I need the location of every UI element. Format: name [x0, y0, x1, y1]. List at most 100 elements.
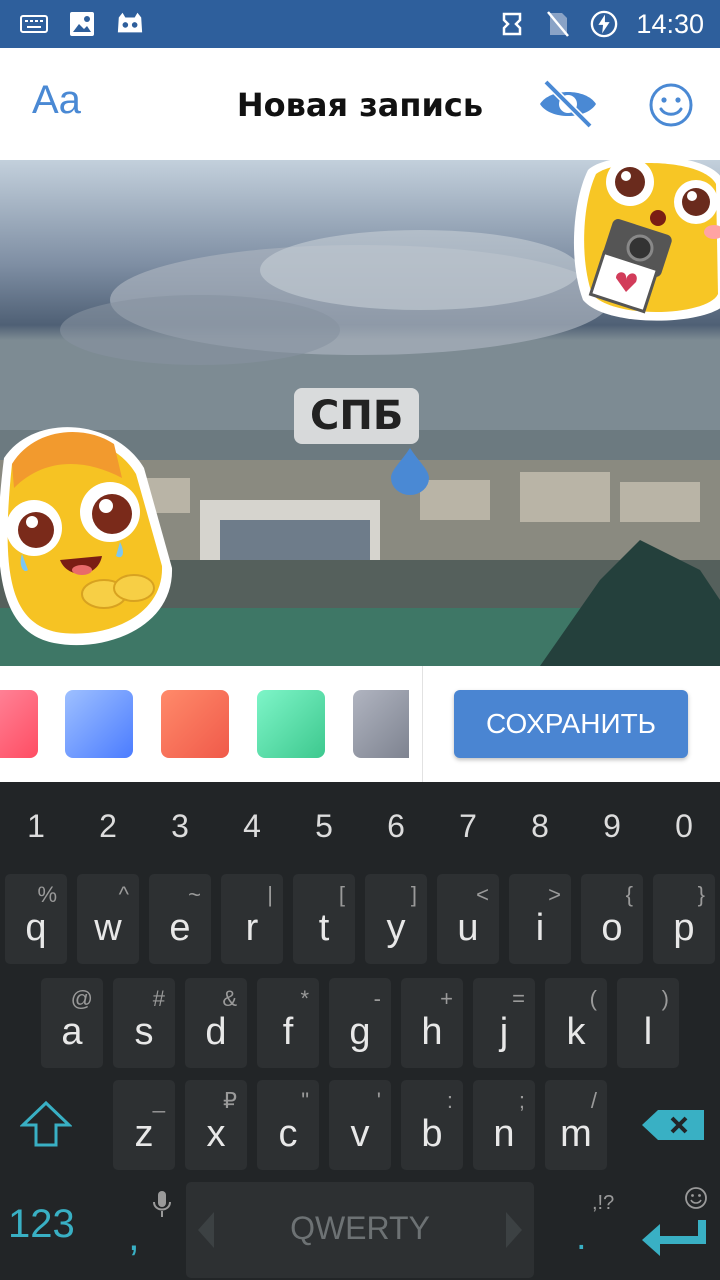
key-i[interactable]: > i	[509, 874, 571, 964]
shift-icon[interactable]	[19, 1100, 73, 1152]
key-s[interactable]: # s	[113, 978, 175, 1068]
number-key[interactable]: 8	[504, 808, 576, 845]
drop-handle-icon[interactable]	[389, 446, 431, 500]
key-label: n	[493, 1113, 515, 1155]
key-label: j	[499, 1011, 509, 1053]
backspace-icon[interactable]	[642, 1108, 706, 1146]
key-hint: <	[476, 882, 489, 907]
key-n[interactable]: ; n	[473, 1080, 535, 1170]
status-bar: 14:30	[0, 0, 720, 48]
key-label: p	[673, 907, 695, 949]
key-hint: |	[267, 882, 273, 907]
number-key[interactable]: 9	[576, 808, 648, 845]
enter-icon[interactable]	[640, 1218, 708, 1262]
key-hint: {	[625, 882, 633, 907]
key-label: s	[134, 1011, 154, 1053]
key-m[interactable]: / m	[545, 1080, 607, 1170]
key-label: o	[601, 907, 623, 949]
swatch-coral[interactable]	[161, 690, 229, 758]
key-label: i	[535, 907, 545, 949]
soft-keyboard: 1234567890 % q ^ w ~ e | r[t] y < u > i{o} p @ a # s & d * f…	[0, 782, 720, 1280]
key-c[interactable]: " c	[257, 1080, 319, 1170]
key-f[interactable]: * f	[257, 978, 319, 1068]
swatch-pink-red[interactable]	[0, 690, 38, 758]
number-key[interactable]: 3	[144, 808, 216, 845]
key-w[interactable]: ^ w	[77, 874, 139, 964]
key-hint: ~	[188, 882, 201, 907]
key-label: w	[94, 907, 122, 949]
key-t[interactable]: [t	[293, 874, 355, 964]
number-key[interactable]: 1	[0, 808, 72, 845]
key-label: l	[643, 1011, 653, 1053]
number-key[interactable]: 7	[432, 808, 504, 845]
key-a[interactable]: @ a	[41, 978, 103, 1068]
key-hint: ;	[518, 1088, 525, 1113]
key-hint: '	[376, 1088, 381, 1113]
key-hint: #	[152, 986, 165, 1011]
key-hint: +	[440, 986, 453, 1011]
toolbar-divider	[422, 666, 423, 782]
number-key[interactable]: 4	[216, 808, 288, 845]
key-y[interactable]: ] y	[365, 874, 427, 964]
key-o[interactable]: {o	[581, 874, 643, 964]
number-row: 1234567890	[0, 782, 720, 874]
key-z[interactable]: _ z	[113, 1080, 175, 1170]
key-j[interactable]: = j	[473, 978, 535, 1068]
space-key-label: QWERTY	[290, 1210, 430, 1246]
swatch-blue[interactable]	[65, 690, 133, 758]
eye-off-icon[interactable]	[536, 76, 600, 132]
number-key[interactable]: 0	[648, 808, 720, 845]
color-toolbar: СОХРАНИТЬ	[0, 666, 720, 782]
smile-icon[interactable]	[648, 82, 694, 128]
number-key[interactable]: 5	[288, 808, 360, 845]
key-label: t	[318, 907, 330, 949]
swatch-mint[interactable]	[257, 690, 325, 758]
mic-icon[interactable]	[152, 1190, 172, 1222]
editor-header: Aa Новая запись	[0, 48, 720, 160]
key-label: v	[350, 1113, 370, 1155]
key-hint: [	[338, 882, 345, 907]
keyboard-icon	[20, 10, 48, 38]
key-d[interactable]: & d	[185, 978, 247, 1068]
key-r[interactable]: | r	[221, 874, 283, 964]
key-hint: (	[589, 986, 597, 1011]
key-p[interactable]: } p	[653, 874, 715, 964]
space-key[interactable]: QWERTY	[186, 1182, 534, 1278]
key-h[interactable]: + h	[401, 978, 463, 1068]
number-key[interactable]: 2	[72, 808, 144, 845]
number-key[interactable]: 6	[360, 808, 432, 845]
key-hint: %	[37, 882, 57, 907]
key-hint: )	[661, 986, 669, 1011]
symbols-key[interactable]: 123	[8, 1202, 75, 1247]
story-photo-canvas[interactable]: СПБ	[0, 160, 720, 666]
key-g[interactable]: -g	[329, 978, 391, 1068]
key-hint: :	[446, 1088, 453, 1113]
swatch-gray[interactable]	[353, 690, 409, 758]
key-label: r	[245, 907, 259, 949]
key-q[interactable]: % q	[5, 874, 67, 964]
key-u[interactable]: < u	[437, 874, 499, 964]
key-b[interactable]: :b	[401, 1080, 463, 1170]
key-l[interactable]: ) l	[617, 978, 679, 1068]
key-label: q	[25, 907, 47, 949]
period-key[interactable]: .	[576, 1216, 587, 1259]
punctuation-hint: ,!?	[592, 1192, 615, 1214]
pleading-duck-sticker[interactable]	[0, 418, 178, 650]
comma-key[interactable]: ,	[128, 1212, 140, 1260]
key-e[interactable]: ~ e	[149, 874, 211, 964]
key-v[interactable]: ' v	[329, 1080, 391, 1170]
emoji-icon[interactable]	[684, 1186, 708, 1214]
text-overlay-label[interactable]: СПБ	[294, 388, 420, 444]
key-label: h	[421, 1011, 443, 1053]
key-label: x	[206, 1113, 226, 1155]
camera-duck-sticker[interactable]	[568, 160, 720, 329]
key-label: z	[134, 1113, 154, 1155]
key-label: m	[560, 1113, 592, 1155]
save-button[interactable]: СОХРАНИТЬ	[454, 690, 688, 758]
key-hint: _	[152, 1088, 165, 1113]
key-hint: -	[373, 986, 381, 1011]
key-hint: ^	[118, 882, 129, 907]
sync-icon	[498, 10, 526, 38]
key-x[interactable]: ₽ x	[185, 1080, 247, 1170]
key-k[interactable]: (k	[545, 978, 607, 1068]
